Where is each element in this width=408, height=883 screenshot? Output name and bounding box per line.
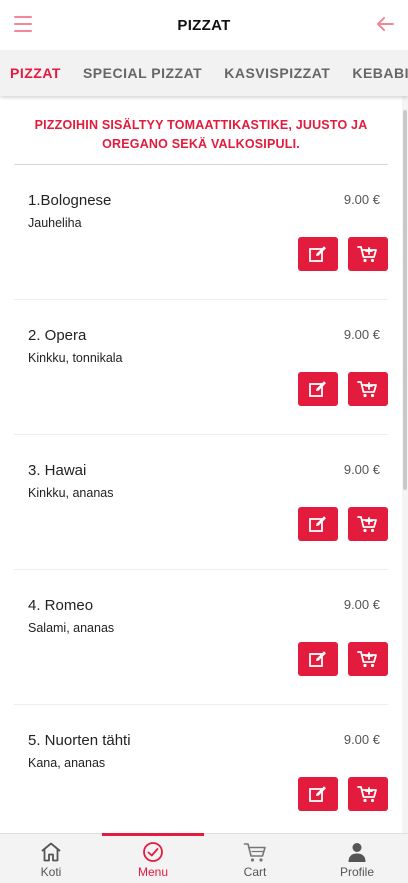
menu-notice: PIZZOIHIN SISÄLTYY TOMAATTIKASTIKE, JUUS… (14, 116, 388, 165)
nav-label-menu: Menu (137, 865, 169, 879)
edit-icon (309, 786, 326, 802)
category-tabs: PIZZAT SPECIAL PIZZAT KASVISPIZZAT KEBAB… (0, 50, 408, 96)
item-description: Kinkku, tonnikala (28, 351, 123, 365)
add-to-cart-icon (357, 651, 377, 668)
item-price: 9.00 € (343, 192, 380, 207)
item-price: 9.00 € (343, 327, 380, 342)
add-to-cart-button[interactable] (348, 642, 388, 676)
bottom-navigation: Koti Menu Cart Profile (0, 833, 408, 883)
nav-label-cart: Cart (243, 865, 267, 879)
nav-item-profile[interactable]: Profile (306, 834, 408, 883)
edit-button[interactable] (298, 237, 338, 271)
nav-label-profile: Profile (339, 865, 374, 879)
item-name: 4. Romeo (28, 597, 94, 614)
item-name: 1.Bolognese (28, 192, 112, 209)
back-arrow-icon[interactable] (374, 13, 396, 35)
hamburger-menu-icon[interactable] (14, 16, 32, 32)
add-to-cart-button[interactable] (348, 777, 388, 811)
edit-icon (309, 381, 326, 397)
edit-icon (309, 651, 326, 667)
item-name: 3. Hawai (28, 462, 87, 479)
edit-button[interactable] (298, 642, 338, 676)
menu-item: 2. Opera 9.00 € Kinkku, tonnikala (14, 300, 388, 435)
item-description: Kana, ananas (28, 756, 106, 770)
nav-label-koti: Koti (40, 865, 62, 879)
scrollbar-thumb[interactable] (403, 110, 407, 490)
check-circle-icon (143, 842, 163, 862)
page-title: PIZZAT (177, 16, 231, 34)
tab-kebabit[interactable]: KEBABIT (352, 65, 408, 81)
tab-pizzat[interactable]: PIZZAT (10, 65, 61, 81)
add-to-cart-icon (357, 516, 377, 533)
edit-icon (309, 246, 326, 262)
menu-item: 4. Romeo 9.00 € Salami, ananas (14, 570, 388, 705)
item-description: Salami, ananas (28, 621, 115, 635)
tab-kasvispizzat[interactable]: KASVISPIZZAT (224, 65, 330, 81)
item-name: 2. Opera (28, 327, 87, 344)
nav-item-koti[interactable]: Koti (0, 834, 102, 883)
item-price: 9.00 € (343, 597, 380, 612)
home-icon (41, 842, 61, 862)
add-to-cart-icon (357, 786, 377, 803)
nav-item-menu[interactable]: Menu (102, 833, 204, 883)
add-to-cart-button[interactable] (348, 507, 388, 541)
add-to-cart-button[interactable] (348, 372, 388, 406)
nav-item-cart[interactable]: Cart (204, 834, 306, 883)
edit-button[interactable] (298, 372, 338, 406)
cart-icon (243, 843, 266, 862)
edit-button[interactable] (298, 507, 338, 541)
item-name: 5. Nuorten tähti (28, 732, 131, 749)
item-price: 9.00 € (343, 732, 380, 747)
app-header: PIZZAT (0, 0, 408, 50)
edit-icon (309, 516, 326, 532)
item-description: Kinkku, ananas (28, 486, 114, 500)
edit-button[interactable] (298, 777, 338, 811)
add-to-cart-icon (357, 381, 377, 398)
menu-item: 1.Bolognese 9.00 € Jauheliha (14, 165, 388, 300)
add-to-cart-button[interactable] (348, 237, 388, 271)
add-to-cart-icon (357, 246, 377, 263)
menu-list[interactable]: PIZZOIHIN SISÄLTYY TOMAATTIKASTIKE, JUUS… (0, 96, 402, 833)
item-description: Jauheliha (28, 216, 82, 230)
item-price: 9.00 € (343, 462, 380, 477)
menu-item: 3. Hawai 9.00 € Kinkku, ananas (14, 435, 388, 570)
person-icon (348, 843, 366, 862)
menu-item: 5. Nuorten tähti 9.00 € Kana, ananas (14, 705, 388, 833)
tab-special-pizzat[interactable]: SPECIAL PIZZAT (83, 65, 202, 81)
